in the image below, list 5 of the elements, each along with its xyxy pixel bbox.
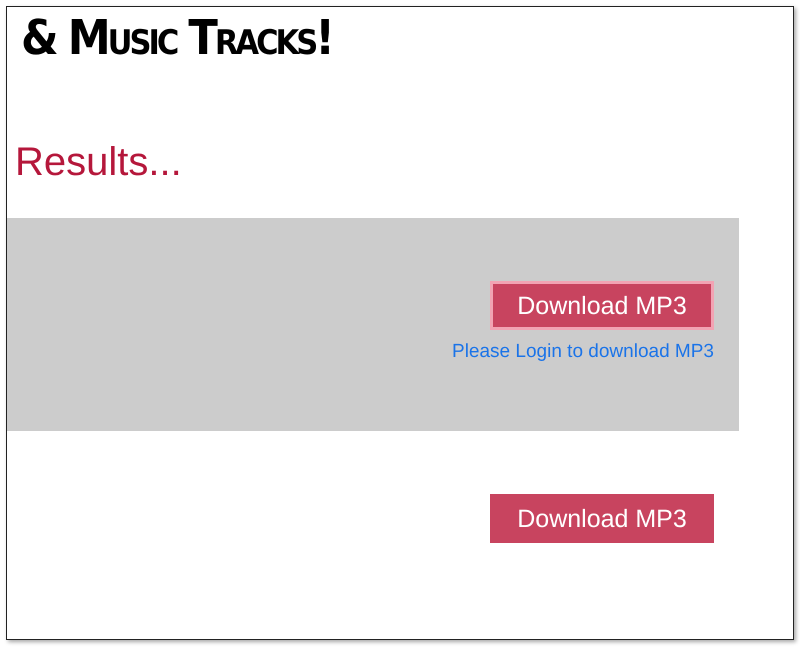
download-mp3-button[interactable]: Download MP3 bbox=[490, 281, 714, 330]
download-mp3-button[interactable]: Download MP3 bbox=[490, 494, 714, 543]
logo-text: & Music Tracks! bbox=[21, 10, 332, 66]
login-link[interactable]: Please Login to download MP3 bbox=[452, 341, 714, 363]
results-heading: Results... bbox=[15, 139, 183, 186]
